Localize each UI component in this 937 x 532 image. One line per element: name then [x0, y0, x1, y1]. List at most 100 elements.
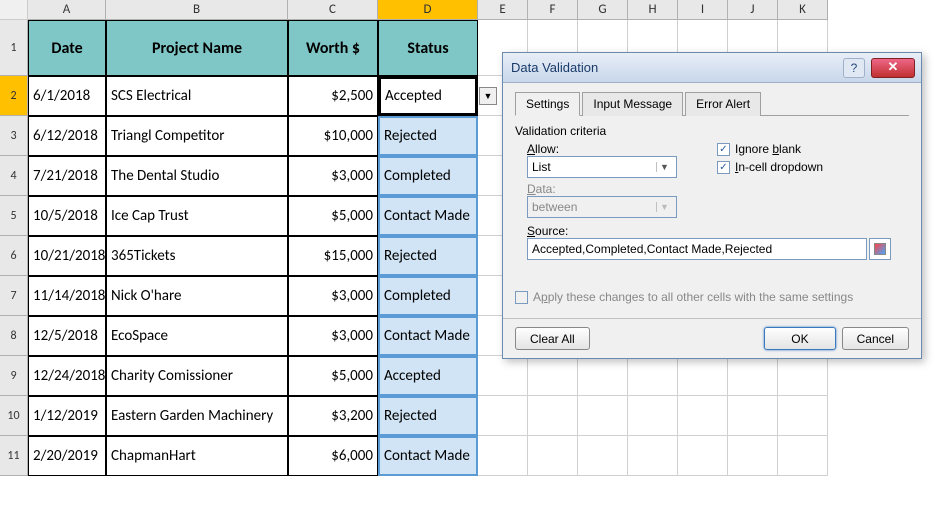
row-header-1[interactable]: 1 — [0, 20, 28, 76]
cell[interactable] — [628, 356, 678, 396]
col-header-F[interactable]: F — [528, 0, 578, 20]
cell-worth[interactable]: $6,000 — [288, 436, 378, 476]
cell-project[interactable]: 365Tickets — [106, 236, 288, 276]
tab-settings[interactable]: Settings — [515, 92, 580, 116]
cell-date[interactable]: 12/24/2018 — [28, 356, 106, 396]
cell-date[interactable]: 2/20/2019 — [28, 436, 106, 476]
cell-status[interactable]: Accepted▼ — [378, 76, 478, 116]
cell-worth[interactable]: $3,000 — [288, 156, 378, 196]
row-header-2[interactable]: 2 — [0, 76, 28, 116]
cell-date[interactable]: 1/12/2019 — [28, 396, 106, 436]
cell-status[interactable]: Rejected — [378, 396, 478, 436]
cell[interactable] — [628, 436, 678, 476]
range-selector-button[interactable] — [869, 238, 891, 260]
header-date[interactable]: Date — [28, 20, 106, 76]
source-input[interactable]: Accepted,Completed,Contact Made,Rejected — [527, 238, 867, 260]
cell-date[interactable]: 6/12/2018 — [28, 116, 106, 156]
row-header-9[interactable]: 9 — [0, 356, 28, 396]
row-header-3[interactable]: 3 — [0, 116, 28, 156]
col-header-C[interactable]: C — [288, 0, 378, 20]
col-header-K[interactable]: K — [778, 0, 828, 20]
cell[interactable] — [578, 436, 628, 476]
row-header-4[interactable]: 4 — [0, 156, 28, 196]
cell[interactable] — [678, 396, 728, 436]
cell-status[interactable]: Rejected — [378, 116, 478, 156]
cell-worth[interactable]: $3,000 — [288, 316, 378, 356]
header-status[interactable]: Status — [378, 20, 478, 76]
help-button[interactable]: ? — [843, 58, 865, 78]
header-worth[interactable]: Worth $ — [288, 20, 378, 76]
cell[interactable] — [528, 436, 578, 476]
cell-project[interactable]: Charity Comissioner — [106, 356, 288, 396]
cell[interactable] — [778, 396, 828, 436]
col-header-G[interactable]: G — [578, 0, 628, 20]
dialog-titlebar[interactable]: Data Validation ? ✕ — [503, 53, 921, 83]
cell-worth[interactable]: $15,000 — [288, 236, 378, 276]
close-button[interactable]: ✕ — [871, 58, 915, 78]
row-header-10[interactable]: 10 — [0, 396, 28, 436]
cell-project[interactable]: ChapmanHart — [106, 436, 288, 476]
cell[interactable] — [778, 436, 828, 476]
cell-date[interactable]: 12/5/2018 — [28, 316, 106, 356]
header-project[interactable]: Project Name — [106, 20, 288, 76]
cell-worth[interactable]: $3,200 — [288, 396, 378, 436]
cell[interactable] — [678, 436, 728, 476]
cell-project[interactable]: Ice Cap Trust — [106, 196, 288, 236]
cell-worth[interactable]: $5,000 — [288, 356, 378, 396]
cell[interactable] — [728, 396, 778, 436]
col-header-A[interactable]: A — [28, 0, 106, 20]
tab-input-message[interactable]: Input Message — [582, 92, 683, 116]
clear-all-button[interactable]: Clear All — [515, 327, 590, 350]
col-header-E[interactable]: E — [478, 0, 528, 20]
col-header-D[interactable]: D — [378, 0, 478, 20]
cell-worth[interactable]: $5,000 — [288, 196, 378, 236]
col-header-I[interactable]: I — [678, 0, 728, 20]
col-header-J[interactable]: J — [728, 0, 778, 20]
cell-project[interactable]: SCS Electrical — [106, 76, 288, 116]
cell-date[interactable]: 11/14/2018 — [28, 276, 106, 316]
allow-select[interactable]: List ▼ — [527, 156, 677, 178]
select-all-corner[interactable] — [0, 0, 28, 20]
cell[interactable] — [778, 356, 828, 396]
cell-status[interactable]: Accepted — [378, 356, 478, 396]
tab-error-alert[interactable]: Error Alert — [685, 92, 761, 116]
ok-button[interactable]: OK — [764, 327, 835, 350]
cell[interactable] — [528, 396, 578, 436]
cell-project[interactable]: Eastern Garden Machinery — [106, 396, 288, 436]
row-header-7[interactable]: 7 — [0, 276, 28, 316]
cell[interactable] — [528, 356, 578, 396]
cell[interactable] — [628, 396, 678, 436]
col-header-H[interactable]: H — [628, 0, 678, 20]
cell[interactable] — [578, 356, 628, 396]
cell-status[interactable]: Contact Made — [378, 316, 478, 356]
cell-status[interactable]: Rejected — [378, 236, 478, 276]
cell-worth[interactable]: $3,000 — [288, 276, 378, 316]
cell-date[interactable]: 7/21/2018 — [28, 156, 106, 196]
cell-worth[interactable]: $2,500 — [288, 76, 378, 116]
col-header-B[interactable]: B — [106, 0, 288, 20]
cell[interactable] — [728, 356, 778, 396]
incell-dropdown-checkbox[interactable]: ✓ — [717, 161, 730, 174]
cell[interactable] — [728, 436, 778, 476]
cell-date[interactable]: 6/1/2018 — [28, 76, 106, 116]
ignore-blank-checkbox[interactable]: ✓ — [717, 143, 730, 156]
cell-project[interactable]: The Dental Studio — [106, 156, 288, 196]
cancel-button[interactable]: Cancel — [842, 327, 909, 350]
row-header-6[interactable]: 6 — [0, 236, 28, 276]
cell-status[interactable]: Contact Made — [378, 436, 478, 476]
cell[interactable] — [678, 356, 728, 396]
cell-status[interactable]: Contact Made — [378, 196, 478, 236]
cell-date[interactable]: 10/5/2018 — [28, 196, 106, 236]
cell[interactable] — [478, 396, 528, 436]
cell-project[interactable]: Nick O'hare — [106, 276, 288, 316]
cell-date[interactable]: 10/21/2018 — [28, 236, 106, 276]
cell-worth[interactable]: $10,000 — [288, 116, 378, 156]
row-header-11[interactable]: 11 — [0, 436, 28, 476]
row-header-8[interactable]: 8 — [0, 316, 28, 356]
cell[interactable] — [578, 396, 628, 436]
cell-project[interactable]: EcoSpace — [106, 316, 288, 356]
cell-project[interactable]: Triangl Competitor — [106, 116, 288, 156]
row-header-5[interactable]: 5 — [0, 196, 28, 236]
cell-status[interactable]: Completed — [378, 156, 478, 196]
dropdown-icon[interactable]: ▼ — [479, 87, 497, 105]
